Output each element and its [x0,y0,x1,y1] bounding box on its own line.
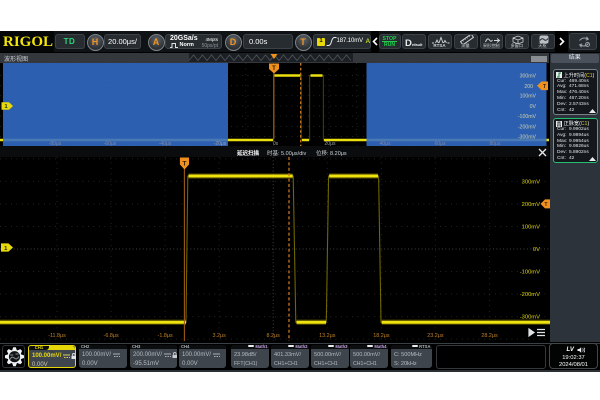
svg-text:28.2μs: 28.2μs [481,333,498,339]
svg-text:-200mV: -200mV [518,124,537,130]
svg-text:-300mV: -300mV [520,315,540,321]
svg-text:0V: 0V [533,247,540,253]
svg-text:0V: 0V [530,104,537,110]
svg-text:18.2μs: 18.2μs [373,333,390,339]
svg-text:100mV: 100mV [522,225,541,231]
svg-text:1: 1 [4,104,7,110]
svg-text:-200mV: -200mV [520,292,540,298]
svg-text:13.2μs: 13.2μs [319,333,336,339]
svg-text:8.2μs: 8.2μs [267,333,281,339]
svg-text:-11.8μs: -11.8μs [48,333,66,339]
svg-text:T: T [183,161,187,168]
svg-text:-100mV: -100mV [520,270,540,276]
svg-text:-300mV: -300mV [518,134,537,140]
svg-text:-6.8μs: -6.8μs [104,333,119,339]
svg-text:200: 200 [524,83,533,89]
svg-text:T: T [543,84,546,90]
svg-text:200mV: 200mV [522,202,541,208]
svg-text:23.2μs: 23.2μs [427,333,444,339]
svg-text:300mV: 300mV [522,179,541,185]
svg-text:300mV: 300mV [520,73,537,79]
svg-text:100mV: 100mV [520,93,537,99]
svg-text:T: T [272,66,276,72]
svg-text:3.2μs: 3.2μs [213,333,227,339]
svg-text:-1.8μs: -1.8μs [158,333,173,339]
svg-text:-100mV: -100mV [518,114,537,120]
